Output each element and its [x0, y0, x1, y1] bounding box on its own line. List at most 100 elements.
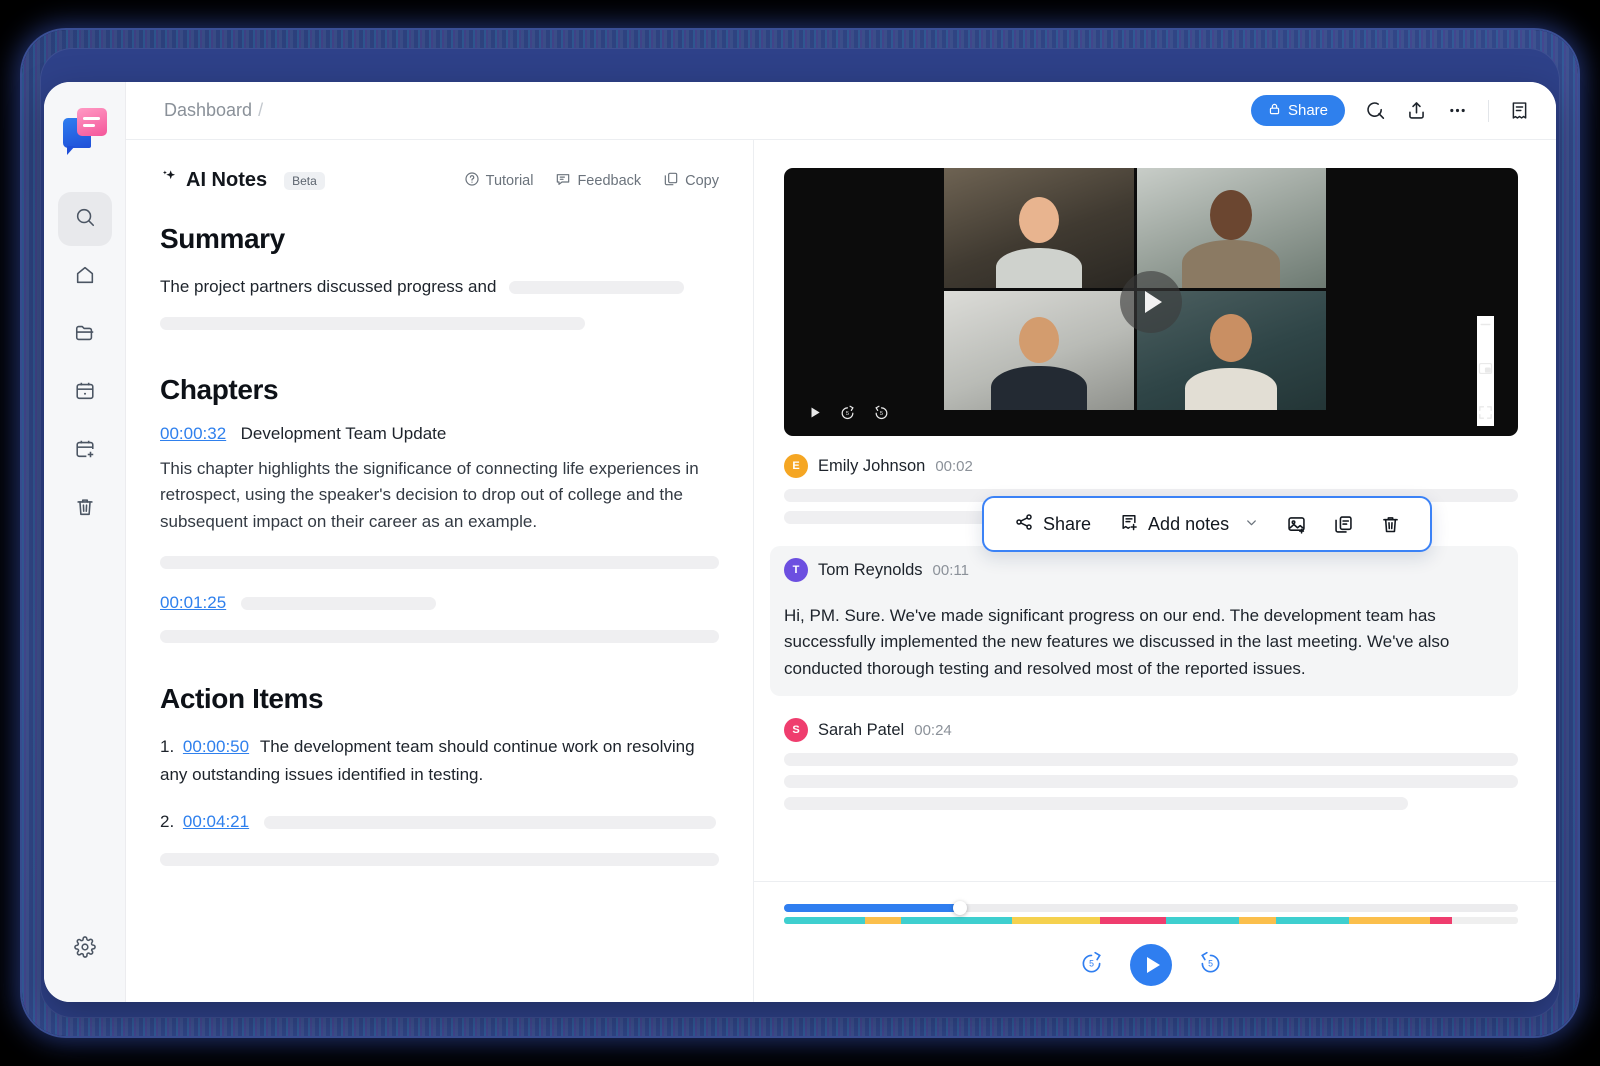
speaker-segment[interactable]: [1349, 917, 1430, 924]
sparkle-icon: [160, 168, 179, 193]
speaker-segment[interactable]: [1012, 917, 1100, 924]
app-logo[interactable]: [63, 108, 107, 150]
fullscreen-icon[interactable]: [1477, 404, 1494, 426]
upload-icon[interactable]: [1406, 100, 1427, 121]
calendar-icon: [74, 380, 96, 407]
transcript-utterance[interactable]: T Tom Reynolds 00:11 Hi, PM. Sure. We've…: [770, 546, 1518, 696]
sidebar-item-folders[interactable]: [58, 308, 112, 362]
chapter-item: 00:01:25: [160, 593, 719, 643]
toolbar-add-notes-label: Add notes: [1148, 514, 1229, 535]
rewind-5-icon[interactable]: 5: [1079, 950, 1104, 980]
avatar: E: [784, 454, 808, 478]
ai-notes-pane: AI Notes Beta Tutorial: [126, 140, 754, 1002]
speaker-segment[interactable]: [1276, 917, 1349, 924]
share-network-icon: [1014, 512, 1034, 537]
search-icon[interactable]: [1365, 100, 1386, 121]
speaker-segment[interactable]: [1100, 917, 1166, 924]
toolbar-add-notes-button[interactable]: Add notes: [1105, 512, 1273, 537]
speaker-segments[interactable]: [784, 917, 1518, 924]
speaker-segment[interactable]: [1239, 917, 1276, 924]
sidebar-item-schedule[interactable]: [58, 424, 112, 478]
chapter-timestamp[interactable]: 00:00:32: [160, 424, 226, 443]
image-add-icon[interactable]: [1273, 514, 1320, 535]
action-item-placeholder-1: [264, 816, 716, 829]
transcript-icon[interactable]: [1509, 100, 1530, 121]
content-panes: AI Notes Beta Tutorial: [126, 140, 1556, 1002]
feedback-button[interactable]: Feedback: [555, 171, 641, 191]
speaker-row: T Tom Reynolds 00:11: [784, 558, 1500, 582]
play-icon[interactable]: [808, 405, 822, 425]
sidebar-item-settings[interactable]: [58, 922, 112, 976]
forward-5-icon[interactable]: 5: [873, 404, 890, 426]
summary-sentence: The project partners discussed progress …: [160, 277, 496, 296]
gear-icon: [74, 936, 96, 963]
play-overlay-button[interactable]: [1120, 271, 1182, 333]
chapter-item: 00:00:32 Development Team Update This ch…: [160, 424, 719, 570]
playback-controls: 5 5: [784, 944, 1518, 986]
speaker-segment[interactable]: [1166, 917, 1239, 924]
speaker-segment[interactable]: [1452, 917, 1518, 924]
search-icon: [74, 206, 96, 233]
feedback-label: Feedback: [577, 173, 641, 189]
speaker-timestamp[interactable]: 00:02: [935, 458, 973, 475]
breadcrumb[interactable]: Dashboard/: [164, 100, 263, 121]
minimize-icon[interactable]: [1477, 316, 1494, 338]
transcript-utterance[interactable]: S Sarah Patel 00:24: [784, 718, 1518, 810]
speaker-segment[interactable]: [960, 917, 1011, 924]
action-item-timestamp[interactable]: 00:00:50: [183, 737, 249, 756]
tutorial-label: Tutorial: [486, 173, 534, 189]
tutorial-button[interactable]: Tutorial: [464, 171, 534, 191]
media-pane: 5 5: [754, 140, 1556, 1002]
sidebar-item-calendar[interactable]: [58, 366, 112, 420]
summary-placeholder-2: [160, 317, 585, 330]
app-window: Dashboard/ Share: [44, 82, 1556, 1002]
progress-thumb[interactable]: [953, 901, 967, 915]
svg-text:5: 5: [846, 411, 849, 417]
share-button[interactable]: Share: [1251, 95, 1345, 126]
play-button[interactable]: [1130, 944, 1172, 986]
svg-text:5: 5: [1208, 958, 1213, 968]
speaker-timestamp[interactable]: 00:24: [914, 722, 952, 739]
avatar-initial: E: [792, 460, 799, 472]
main-area: Dashboard/ Share: [126, 82, 1556, 1002]
toolbar-share-button[interactable]: Share: [1000, 512, 1105, 537]
beta-badge: Beta: [284, 172, 325, 190]
share-button-label: Share: [1288, 102, 1328, 119]
trash-icon[interactable]: [1367, 514, 1414, 535]
folder-icon: [74, 322, 96, 349]
action-item: 2. 00:04:21: [160, 808, 719, 866]
more-icon[interactable]: [1447, 100, 1468, 121]
picture-in-picture-icon[interactable]: [1477, 360, 1494, 382]
speaker-timestamp[interactable]: 00:11: [933, 562, 969, 579]
breadcrumb-dashboard[interactable]: Dashboard: [164, 100, 252, 120]
copy-button[interactable]: Copy: [663, 171, 719, 191]
copy-icon[interactable]: [1320, 514, 1367, 535]
play-icon: [1145, 291, 1162, 313]
chevron-down-icon[interactable]: [1244, 514, 1259, 535]
speaker-segment[interactable]: [1430, 917, 1452, 924]
play-icon: [1147, 957, 1160, 973]
sidebar-item-trash[interactable]: [58, 482, 112, 536]
progress-track[interactable]: [784, 904, 1518, 912]
forward-5-icon[interactable]: 5: [1198, 950, 1223, 980]
svg-text:5: 5: [880, 411, 883, 417]
video-player[interactable]: 5 5: [784, 168, 1518, 436]
utterance-placeholder: [784, 753, 1518, 810]
speaker-segment[interactable]: [784, 917, 865, 924]
action-item-timestamp[interactable]: 00:04:21: [183, 812, 249, 831]
rewind-5-icon[interactable]: 5: [839, 404, 856, 426]
ai-notes-header: AI Notes Beta Tutorial: [160, 168, 719, 193]
avatar: S: [784, 718, 808, 742]
summary-heading: Summary: [160, 223, 719, 255]
transcript-list[interactable]: E Emily Johnson 00:02: [754, 436, 1556, 881]
sidebar-item-search[interactable]: [58, 192, 112, 246]
chapter-title-placeholder: [241, 597, 436, 610]
chapter-timestamp[interactable]: 00:01:25: [160, 593, 226, 612]
summary-placeholder-1: [509, 281, 684, 294]
help-icon: [464, 171, 480, 191]
player-controls-right: [1477, 316, 1494, 426]
speaker-segment[interactable]: [865, 917, 902, 924]
progress-fill: [784, 904, 960, 912]
sidebar-item-home[interactable]: [58, 250, 112, 304]
speaker-segment[interactable]: [901, 917, 960, 924]
